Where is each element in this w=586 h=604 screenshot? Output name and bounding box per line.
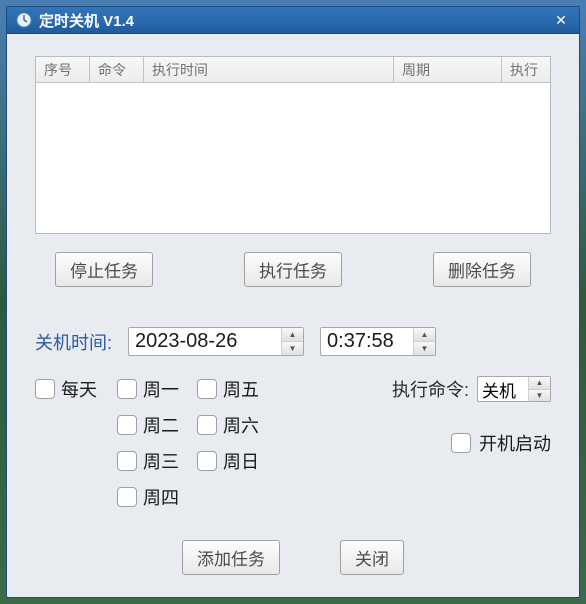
time-up-button[interactable]: ▲	[414, 328, 435, 342]
th-period[interactable]: 周期	[394, 57, 502, 82]
exec-cmd-label: 执行命令:	[392, 376, 469, 402]
execute-task-button[interactable]: 执行任务	[244, 252, 342, 287]
command-select[interactable]	[478, 377, 528, 401]
date-spinner: ▲ ▼	[281, 328, 303, 355]
th-cmd[interactable]: 命令	[90, 57, 144, 82]
weekday-col-2: 周五 周六 周日	[197, 376, 259, 510]
fri-wrap: 周五	[197, 376, 259, 402]
right-column: 执行命令: ▲ ▼ 开机启动	[392, 376, 551, 456]
stop-task-button[interactable]: 停止任务	[55, 252, 153, 287]
fri-label: 周五	[223, 376, 259, 402]
sat-wrap: 周六	[197, 412, 259, 438]
date-input-wrap: ▲ ▼	[128, 327, 304, 356]
startup-checkbox[interactable]	[451, 433, 471, 453]
command-spinner: ▲ ▼	[528, 377, 550, 401]
table-header: 序号 命令 执行时间 周期 执行	[36, 57, 550, 83]
wed-checkbox[interactable]	[117, 451, 137, 471]
window-title: 定时关机 V1.4	[39, 10, 551, 31]
cmd-up-button[interactable]: ▲	[529, 377, 550, 390]
titlebar[interactable]: 定时关机 V1.4 ✕	[7, 7, 579, 34]
add-task-button[interactable]: 添加任务	[182, 540, 280, 575]
fri-checkbox[interactable]	[197, 379, 217, 399]
delete-task-button[interactable]: 删除任务	[433, 252, 531, 287]
sun-checkbox[interactable]	[197, 451, 217, 471]
sun-label: 周日	[223, 448, 259, 474]
exec-cmd-row: 执行命令: ▲ ▼	[392, 376, 551, 402]
mon-label: 周一	[143, 376, 179, 402]
th-exec[interactable]: 执行	[502, 57, 550, 82]
everyday-wrap: 每天	[35, 376, 97, 402]
mon-wrap: 周一	[117, 376, 179, 402]
mon-checkbox[interactable]	[117, 379, 137, 399]
wed-label: 周三	[143, 448, 179, 474]
cmd-down-button[interactable]: ▼	[529, 390, 550, 402]
task-buttons-row: 停止任务 执行任务 删除任务	[35, 252, 551, 287]
close-button[interactable]: 关闭	[340, 540, 404, 575]
everyday-checkbox[interactable]	[35, 379, 55, 399]
time-down-button[interactable]: ▼	[414, 342, 435, 355]
th-time[interactable]: 执行时间	[144, 57, 394, 82]
shutdown-time-label: 关机时间:	[35, 329, 112, 355]
th-seq[interactable]: 序号	[36, 57, 90, 82]
thu-wrap: 周四	[117, 484, 179, 510]
sun-wrap: 周日	[197, 448, 259, 474]
table-body[interactable]	[36, 83, 550, 233]
task-table[interactable]: 序号 命令 执行时间 周期 执行	[35, 56, 551, 234]
days-section: 每天 周一 周二 周三	[35, 376, 551, 510]
sat-label: 周六	[223, 412, 259, 438]
weekday-col-1: 周一 周二 周三 周四	[117, 376, 179, 510]
date-up-button[interactable]: ▲	[282, 328, 303, 342]
date-input[interactable]	[129, 328, 281, 355]
clock-icon	[15, 11, 33, 29]
shutdown-time-row: 关机时间: ▲ ▼ ▲ ▼	[35, 327, 551, 356]
main-window: 定时关机 V1.4 ✕ 序号 命令 执行时间 周期 执行 停止任务 执行任务 删…	[6, 6, 580, 598]
sat-checkbox[interactable]	[197, 415, 217, 435]
bottom-buttons-row: 添加任务 关闭	[35, 540, 551, 575]
tue-checkbox[interactable]	[117, 415, 137, 435]
close-icon[interactable]: ✕	[551, 10, 571, 30]
time-spinner: ▲ ▼	[413, 328, 435, 355]
command-select-wrap: ▲ ▼	[477, 376, 551, 402]
startup-wrap: 开机启动	[392, 430, 551, 456]
time-input-wrap: ▲ ▼	[320, 327, 436, 356]
thu-label: 周四	[143, 484, 179, 510]
weekday-columns: 周一 周二 周三 周四	[117, 376, 259, 510]
tue-wrap: 周二	[117, 412, 179, 438]
content-area: 序号 命令 执行时间 周期 执行 停止任务 执行任务 删除任务 关机时间: ▲ …	[7, 34, 579, 597]
startup-label: 开机启动	[479, 430, 551, 456]
wed-wrap: 周三	[117, 448, 179, 474]
time-input[interactable]	[321, 328, 413, 355]
thu-checkbox[interactable]	[117, 487, 137, 507]
everyday-label: 每天	[61, 376, 97, 402]
tue-label: 周二	[143, 412, 179, 438]
date-down-button[interactable]: ▼	[282, 342, 303, 355]
